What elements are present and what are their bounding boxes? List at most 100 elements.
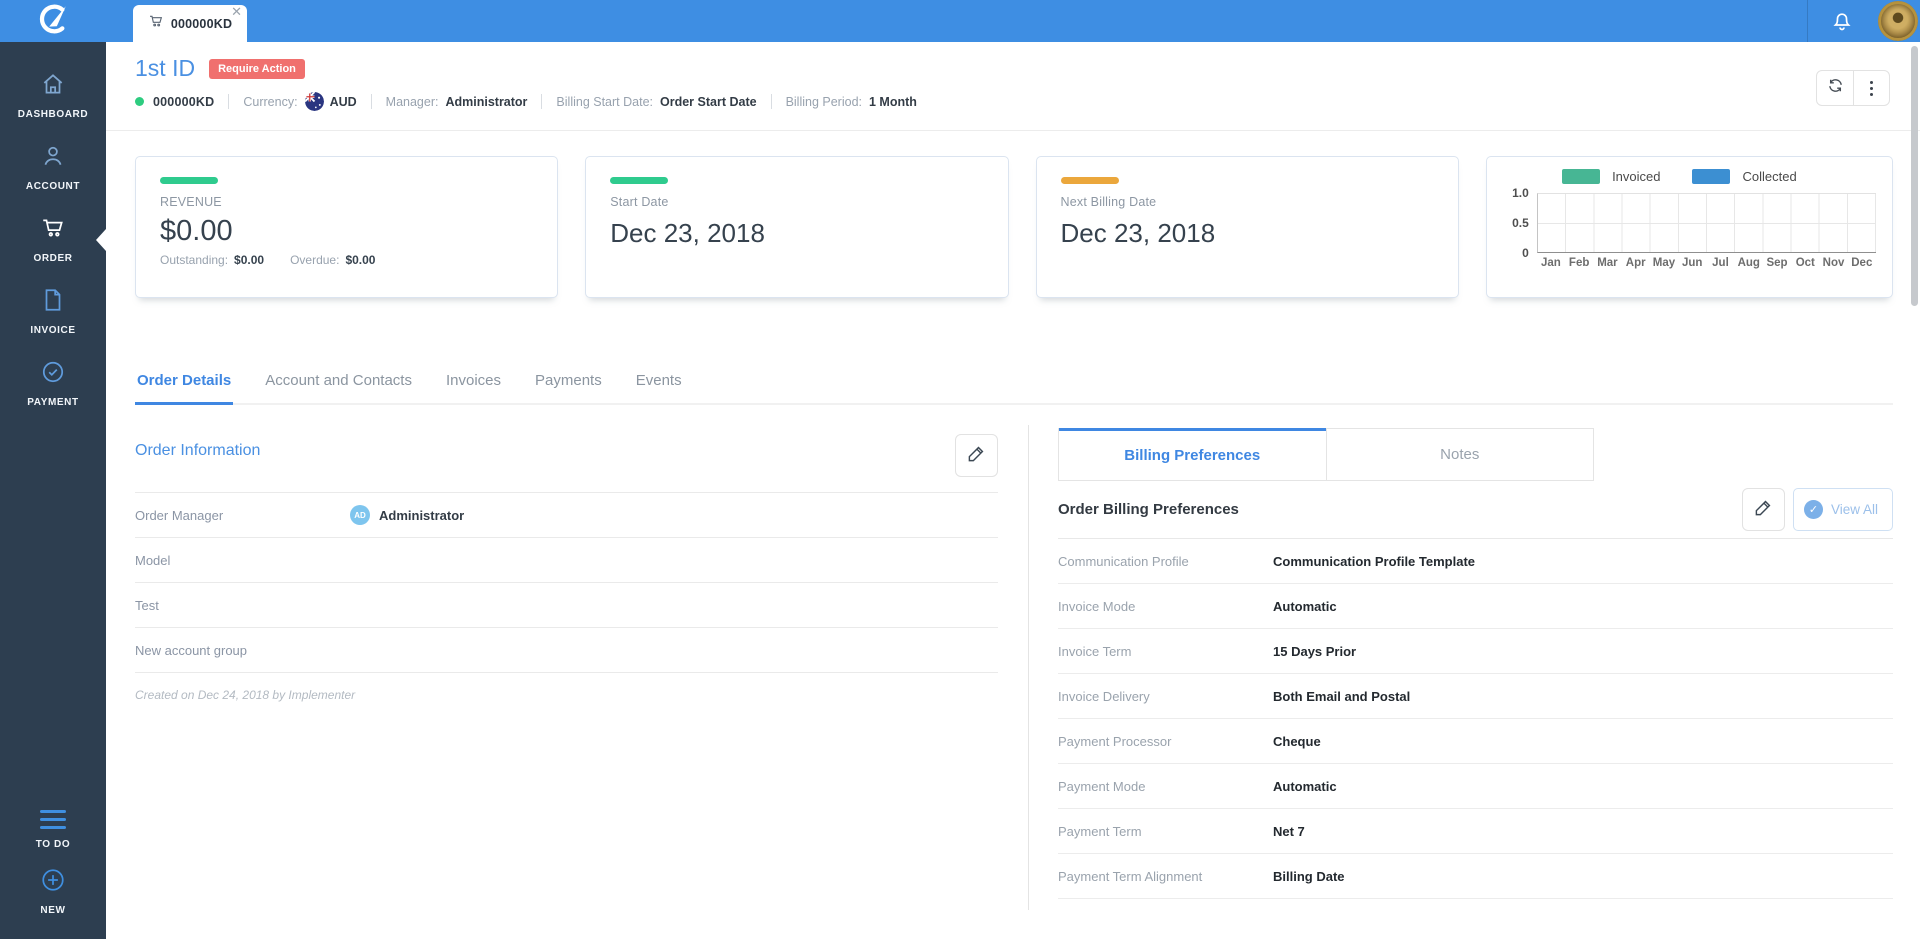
order-number: 000000KD — [153, 94, 215, 109]
sidebar-item-account[interactable]: ACCOUNT — [0, 143, 106, 192]
topbar-divider — [1807, 0, 1808, 42]
revenue-card: REVENUE $0.00 Outstanding: $0.00 Overdue… — [135, 156, 559, 298]
info-value: AD Administrator — [350, 505, 464, 525]
document-icon — [40, 287, 66, 318]
sidebar-item-label: ORDER — [33, 253, 73, 264]
pencil-icon — [967, 444, 986, 468]
meta-value: 1 Month — [869, 94, 917, 109]
sidebar-item-label: INVOICE — [30, 325, 76, 336]
meta-label: Manager: — [385, 94, 439, 109]
order-information-heading: Order Information — [135, 442, 261, 459]
tab-account-and-contacts[interactable]: Account and Contacts — [263, 372, 414, 403]
card-accent — [160, 177, 218, 184]
edit-billing-preferences-button[interactable] — [1741, 488, 1785, 531]
outstanding-value: $0.00 — [234, 253, 265, 267]
refresh-button[interactable] — [1817, 71, 1853, 105]
field-label: Invoice Mode — [1058, 598, 1136, 614]
edit-order-information-button[interactable] — [955, 434, 998, 477]
overdue-value: $0.00 — [345, 253, 376, 267]
next-billing-date-card: Next Billing Date Dec 23, 2018 — [1035, 156, 1459, 298]
info-label: Model — [135, 552, 171, 568]
close-tab-icon[interactable]: ✕ — [231, 5, 242, 19]
info-label: New account group — [135, 642, 248, 658]
chart-y-axis: 1.0 0.5 0 — [1512, 186, 1529, 260]
tab-payments[interactable]: Payments — [533, 372, 604, 403]
tab-notes[interactable]: Notes — [1325, 428, 1593, 480]
open-order-tab[interactable]: 000000KD ✕ — [133, 5, 247, 42]
meta-value: Administrator — [445, 94, 528, 109]
app-screen: 000000KD ✕ DASHBOARD ACCOUNT ORDER INVOI… — [0, 0, 1920, 939]
info-label: Test — [135, 597, 159, 613]
australia-flag-icon — [304, 92, 324, 111]
field-payment-term: Payment Term Net 7 — [1058, 809, 1893, 854]
pencil-icon — [1754, 498, 1773, 522]
user-avatar[interactable] — [1878, 1, 1918, 41]
check-circle-icon — [40, 359, 66, 390]
sidebar-item-payment[interactable]: PAYMENT — [0, 359, 106, 408]
check-icon: ✓ — [1803, 500, 1823, 519]
plus-circle-icon — [40, 867, 66, 898]
sidebar-item-label: ACCOUNT — [25, 181, 81, 192]
tab-label: 000000KD — [170, 16, 233, 31]
sidebar-item-label: TO DO — [35, 839, 71, 850]
card-accent — [610, 177, 669, 184]
chart-x-axis: Jan Feb Mar Apr May Jun Jul Aug Sep Oct … — [1540, 257, 1873, 269]
info-row-new-account-group: New account group — [135, 628, 998, 673]
topbar-right — [1807, 0, 1920, 42]
field-value: Automatic — [1273, 778, 1337, 794]
field-label: Payment Mode — [1058, 778, 1146, 794]
field-invoice-delivery: Invoice Delivery Both Email and Postal — [1058, 674, 1893, 719]
app-logo[interactable] — [0, 0, 106, 42]
meta-value: AUD — [329, 94, 357, 109]
more-options-button[interactable] — [1853, 71, 1889, 105]
legend-swatch-invoiced — [1562, 169, 1601, 184]
view-all-button[interactable]: ✓ View All — [1792, 488, 1893, 531]
tab-invoices[interactable]: Invoices — [444, 372, 503, 403]
order-section-tabs: Order Details Account and Contacts Invoi… — [135, 372, 1893, 405]
status-dot — [135, 97, 144, 106]
start-date-card: Start Date Dec 23, 2018 — [585, 156, 1009, 298]
field-label: Payment Processor — [1058, 733, 1172, 749]
field-label: Communication Profile — [1058, 553, 1189, 569]
field-value: Net 7 — [1273, 823, 1305, 839]
card-label: Next Billing Date — [1060, 195, 1157, 209]
vertical-scrollbar[interactable] — [1911, 46, 1918, 306]
sidebar-item-label: DASHBOARD — [17, 109, 89, 120]
tab-events[interactable]: Events — [634, 372, 684, 403]
sidebar-item-invoice[interactable]: INVOICE — [0, 287, 106, 336]
card-accent — [1060, 177, 1119, 184]
overdue-label: Overdue: — [290, 253, 340, 267]
field-value: Both Email and Postal — [1273, 688, 1411, 704]
cart-icon — [148, 13, 164, 34]
field-invoice-mode: Invoice Mode Automatic — [1058, 584, 1893, 629]
field-label: Invoice Delivery — [1058, 688, 1150, 704]
field-payment-mode: Payment Mode Automatic — [1058, 764, 1893, 809]
manager-avatar: AD — [350, 505, 370, 525]
field-value: Cheque — [1273, 733, 1321, 749]
chart-legend: Invoiced Collected — [1503, 169, 1876, 184]
meta-label: Billing Start Date: — [556, 94, 653, 109]
sidebar-item-dashboard[interactable]: DASHBOARD — [0, 71, 106, 120]
meta-label: Currency: — [243, 94, 298, 109]
billing-preferences-header: Order Billing Preferences ✓ View All — [1058, 481, 1893, 539]
sidebar-item-order[interactable]: ORDER — [0, 215, 106, 264]
field-label: Invoice Term — [1058, 643, 1132, 659]
order-information-panel: Order Information Order Manager AD Admin… — [135, 428, 998, 702]
tab-billing-preferences[interactable]: Billing Preferences — [1059, 428, 1326, 480]
notifications-bell-icon[interactable] — [1830, 8, 1856, 34]
require-action-badge: Require Action — [209, 58, 305, 79]
field-value: Billing Date — [1273, 868, 1345, 884]
invoiced-collected-chart: Invoiced Collected 1.0 0.5 0 Jan Feb Mar… — [1485, 156, 1893, 298]
field-label: Payment Term Alignment — [1058, 868, 1203, 884]
next-billing-value: Dec 23, 2018 — [1060, 218, 1216, 248]
start-date-value: Dec 23, 2018 — [610, 218, 765, 248]
sidebar-item-todo[interactable]: TO DO — [0, 807, 106, 850]
topbar: 000000KD ✕ — [0, 0, 1920, 42]
panel-divider — [1028, 425, 1029, 910]
tab-order-details[interactable]: Order Details — [135, 372, 234, 405]
legend-label: Invoiced — [1612, 169, 1661, 184]
chart-plot-area — [1536, 193, 1876, 253]
sidebar-item-new[interactable]: NEW — [0, 867, 106, 916]
field-communication-profile: Communication Profile Communication Prof… — [1058, 539, 1893, 584]
outstanding-label: Outstanding: — [160, 253, 229, 267]
